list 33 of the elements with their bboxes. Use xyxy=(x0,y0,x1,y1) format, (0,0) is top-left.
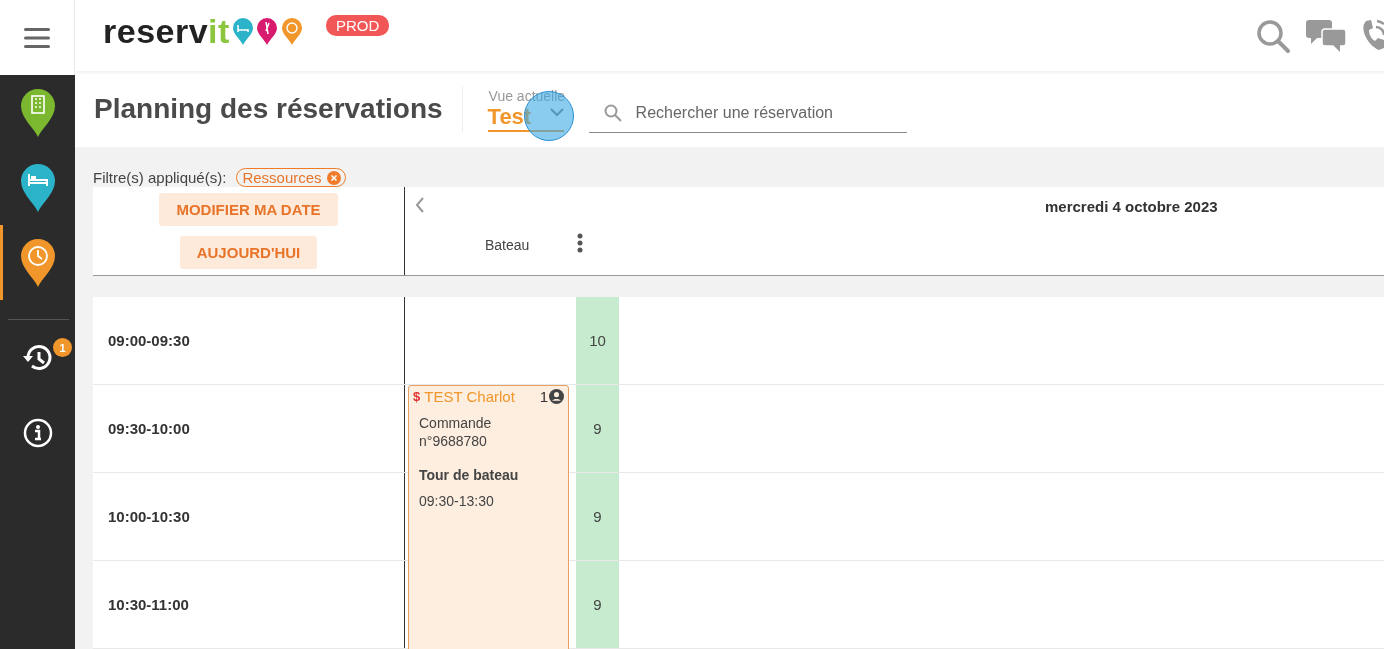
today-button[interactable]: AUJOURD'HUI xyxy=(179,236,318,269)
resource-label: Bateau xyxy=(485,237,530,253)
notification-badge: 1 xyxy=(53,338,72,357)
booking-time: 09:30-13:30 xyxy=(419,493,495,509)
search-icon xyxy=(603,104,622,123)
sidebar-item[interactable]: 1 xyxy=(0,320,75,395)
search-icon[interactable] xyxy=(1255,17,1291,54)
chevron-left-icon[interactable] xyxy=(415,197,425,213)
booking-name: TEST Charlot xyxy=(424,388,516,405)
menu-icon xyxy=(24,26,50,49)
change-date-button[interactable]: MODIFIER MA DATE xyxy=(159,193,338,226)
booking-card[interactable]: $ TEST Charlot 1 Commande n°9688780 Tour de bateau 09:30-13:30 xyxy=(408,385,569,649)
history-icon xyxy=(21,342,54,373)
order-number: Commande n°9688780 xyxy=(419,414,493,450)
payment-mark: $ xyxy=(413,389,421,404)
filters-label: Filtre(s) appliqué(s): xyxy=(93,169,227,186)
availability-cell: 9 xyxy=(576,561,619,648)
environment-badge: PROD xyxy=(325,15,390,37)
logo-pins-icon xyxy=(231,16,304,47)
guest-count: 1 xyxy=(539,388,548,405)
activity-name: Tour de bateau xyxy=(419,467,520,483)
remove-icon[interactable] xyxy=(326,170,341,185)
chevron-down-icon xyxy=(549,108,564,118)
person-icon xyxy=(549,389,564,404)
info-icon xyxy=(22,417,53,448)
page-title: Planning des réservations xyxy=(94,93,443,126)
date-header: mercredi 4 octobre 2023 xyxy=(1045,198,1218,215)
logo-text: reservit xyxy=(103,12,230,52)
chat-icon[interactable] xyxy=(1305,18,1347,53)
availability-cell: 9 xyxy=(576,473,619,560)
availability-cell: 10 xyxy=(576,297,619,384)
more-options-icon[interactable] xyxy=(577,233,583,253)
availability-cell: 9 xyxy=(576,385,619,472)
